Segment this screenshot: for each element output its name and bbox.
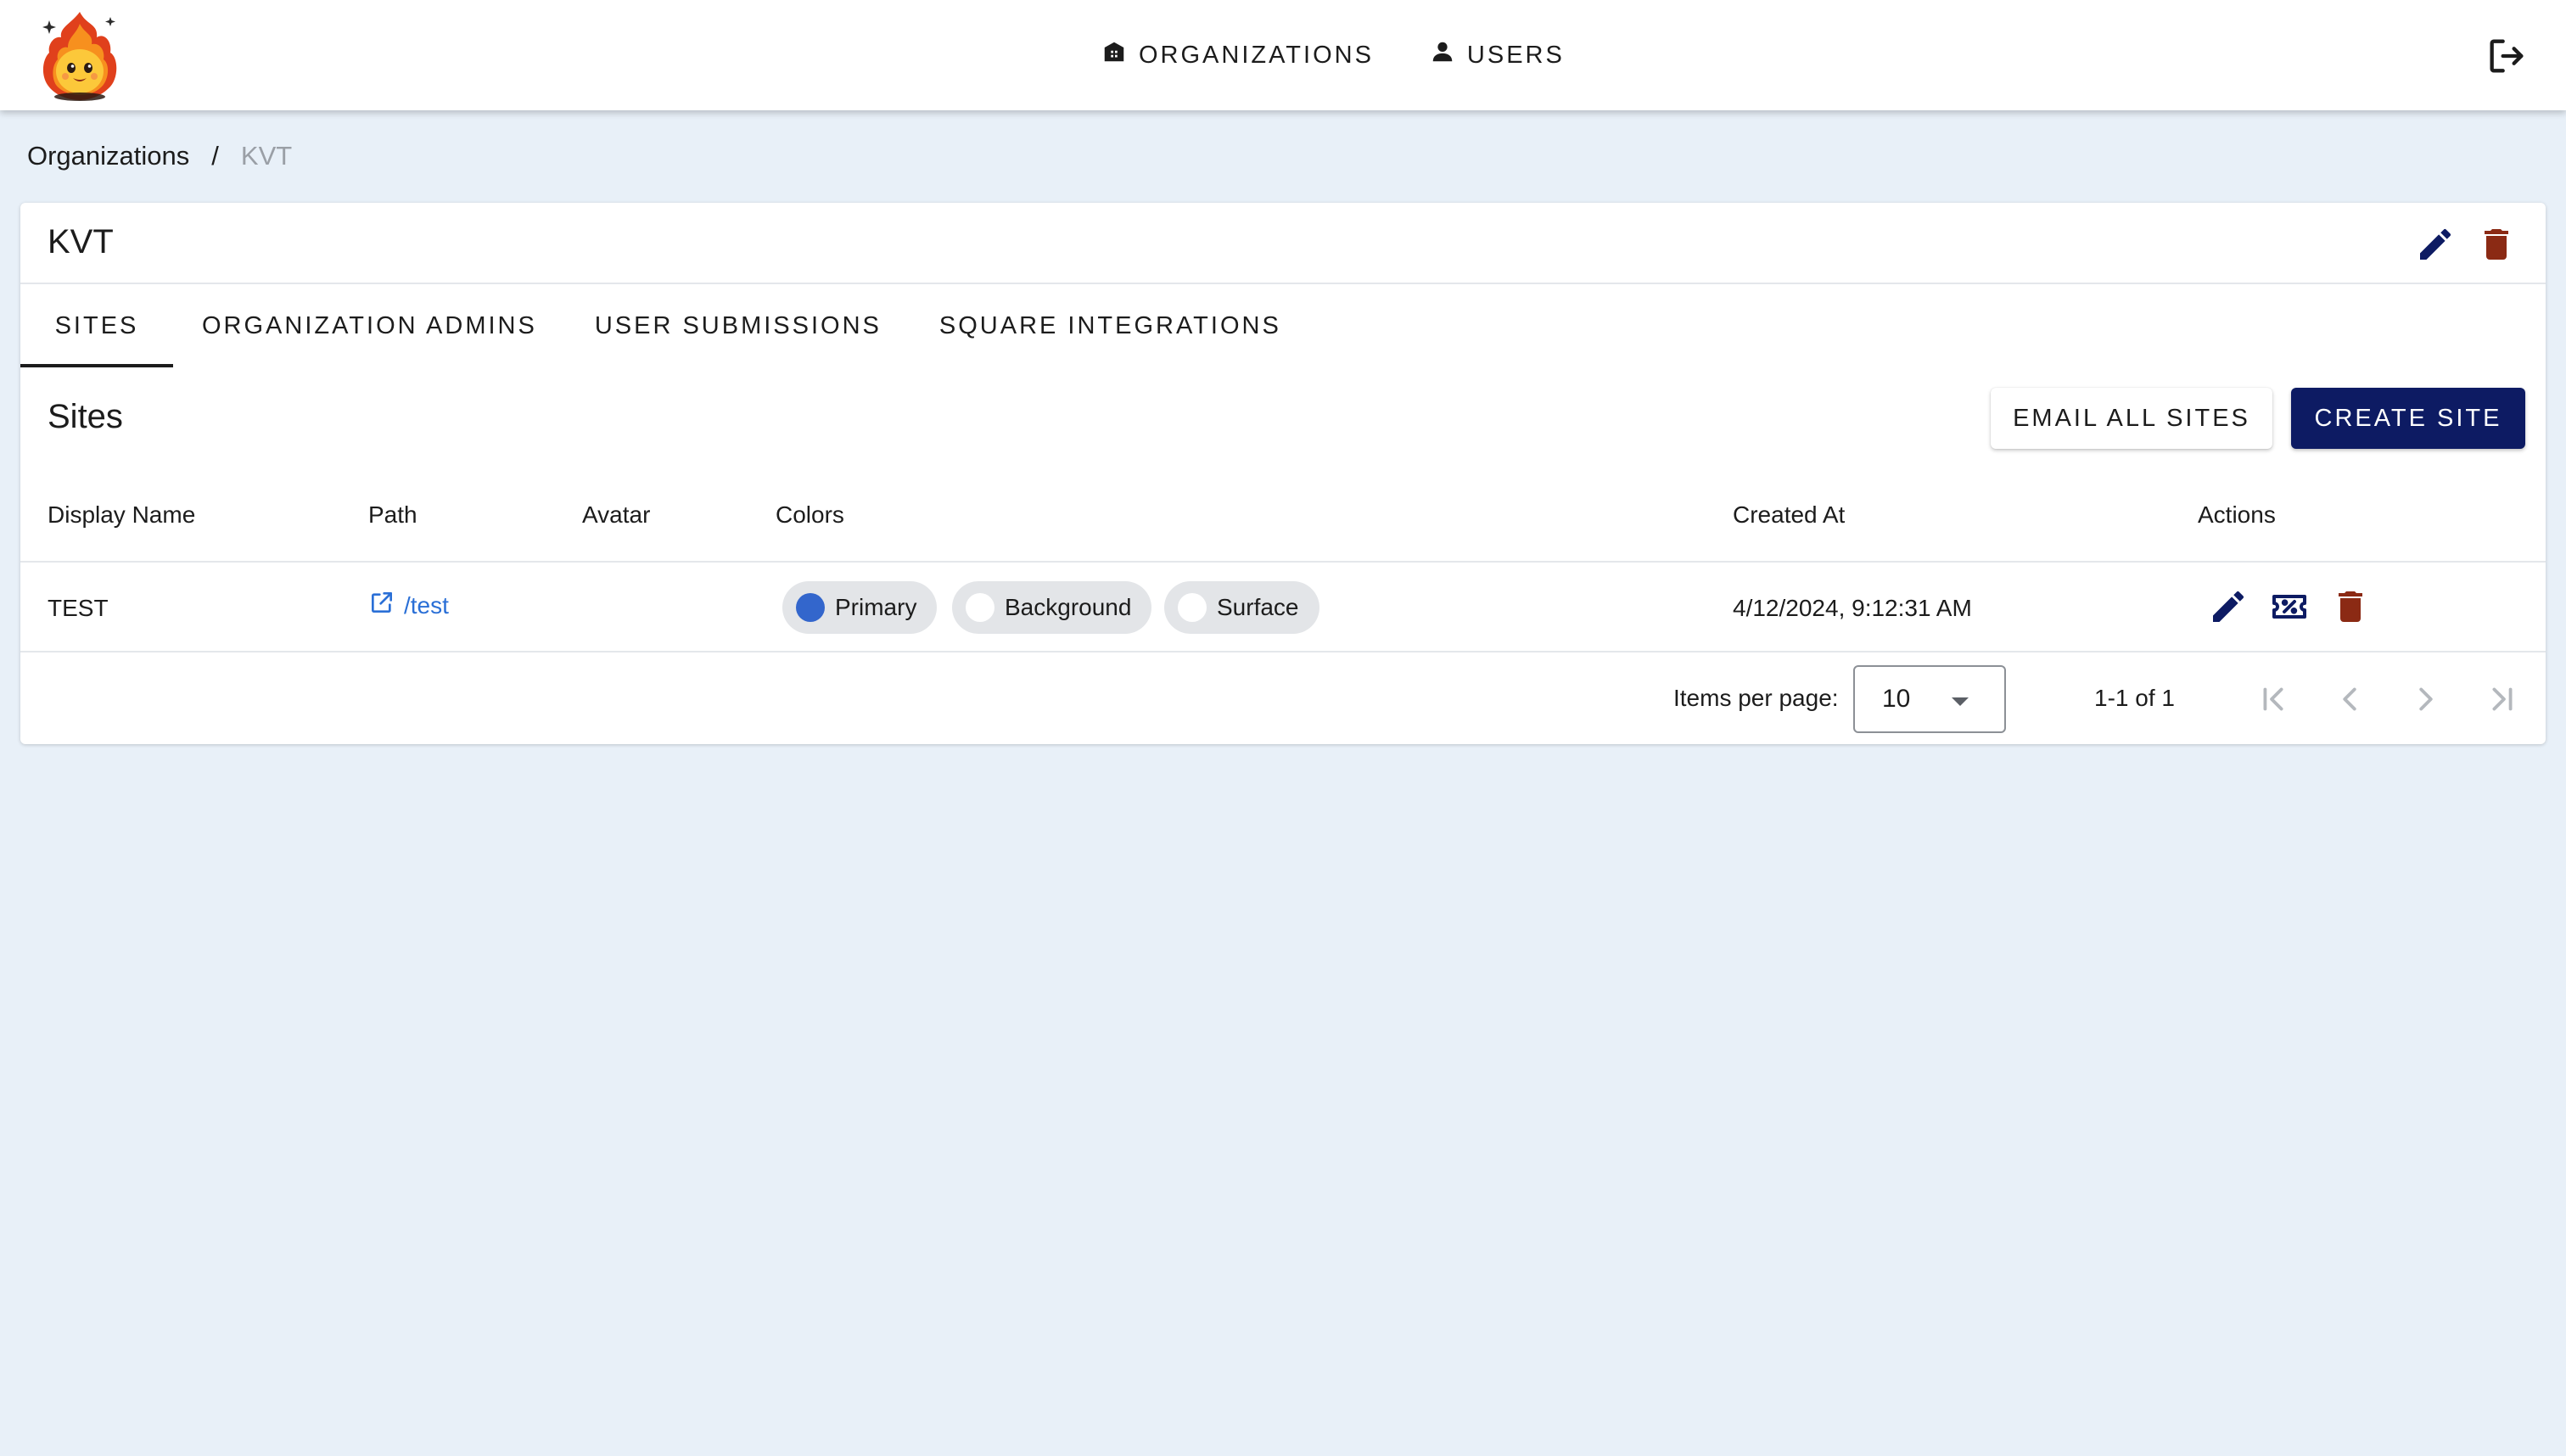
create-site-button[interactable]: CREATE SITE	[2291, 388, 2525, 449]
last-page-button[interactable]	[2483, 680, 2522, 719]
color-chip-primary: Primary	[782, 581, 938, 634]
site-display-name: TEST	[48, 595, 109, 621]
color-chip-label: Primary	[835, 594, 917, 620]
delete-site-button[interactable]	[2330, 586, 2371, 627]
items-per-page-value: 10	[1882, 685, 1911, 713]
organization-card: KVT SITES ORGANIZATION ADMINS USER SUBMI…	[20, 203, 2546, 744]
tab-sites[interactable]: SITES	[20, 284, 173, 367]
sites-heading: Sites	[48, 398, 123, 435]
column-header-avatar[interactable]: Avatar	[582, 501, 650, 529]
nav-users-button[interactable]: USERS	[1415, 21, 1580, 89]
delete-organization-button[interactable]	[2476, 224, 2517, 265]
tab-organization-admins[interactable]: ORGANIZATION ADMINS	[173, 284, 566, 367]
organization-title: KVT	[48, 223, 114, 260]
site-coupons-button[interactable]	[2269, 586, 2310, 627]
site-path-text: /test	[404, 591, 449, 619]
edit-organization-button[interactable]	[2415, 224, 2456, 265]
breadcrumb-current: KVT	[240, 141, 293, 171]
tab-bar: SITES ORGANIZATION ADMINS USER SUBMISSIO…	[20, 284, 1310, 367]
trash-icon	[2330, 591, 2371, 630]
column-header-actions: Actions	[2198, 501, 2276, 528]
site-path-link[interactable]: /test	[368, 589, 449, 622]
tab-user-submissions[interactable]: USER SUBMISSIONS	[566, 284, 910, 367]
items-per-page-label: Items per page:	[1673, 685, 1839, 711]
card-header: KVT	[20, 203, 2546, 284]
edit-site-button[interactable]	[2208, 586, 2249, 627]
discount-ticket-icon	[2269, 595, 2310, 630]
column-header-colors[interactable]: Colors	[776, 501, 844, 529]
items-per-page-select[interactable]: 10	[1853, 665, 2006, 733]
nav-organizations-label: ORGANIZATIONS	[1139, 41, 1374, 69]
color-chip-surface: Surface	[1164, 581, 1319, 634]
color-chip-background: Background	[952, 581, 1152, 634]
breadcrumb-organizations-link[interactable]: Organizations	[27, 141, 189, 171]
open-in-new-icon	[368, 589, 395, 622]
site-created-at: 4/12/2024, 9:12:31 AM	[1733, 595, 1972, 621]
tab-square-integrations[interactable]: SQUARE INTEGRATIONS	[910, 284, 1310, 367]
column-header-created-at[interactable]: Created At	[1733, 501, 1845, 529]
fire-mascot-logo[interactable]	[37, 8, 122, 102]
person-icon	[1430, 39, 1455, 71]
organization-icon	[1101, 39, 1127, 71]
color-swatch-surface	[1178, 593, 1207, 622]
color-chip-label: Surface	[1217, 594, 1299, 620]
logout-button[interactable]	[2485, 34, 2529, 78]
first-page-button[interactable]	[2254, 680, 2293, 719]
color-chip-label: Background	[1005, 594, 1132, 620]
column-header-display-name[interactable]: Display Name	[48, 501, 195, 529]
nav-organizations-button[interactable]: ORGANIZATIONS	[1086, 21, 1389, 89]
last-page-icon	[2483, 687, 2522, 722]
logout-icon	[2485, 39, 2529, 81]
chevron-left-icon	[2330, 687, 2369, 722]
breadcrumb: Organizations / KVT	[27, 141, 292, 171]
pencil-icon	[2208, 591, 2249, 630]
app-bar: ORGANIZATIONS USERS	[0, 0, 2566, 110]
color-swatch-primary	[796, 593, 825, 622]
dropdown-arrow-icon	[1952, 697, 1969, 706]
main-nav: ORGANIZATIONS USERS	[1086, 0, 1580, 110]
header-divider	[20, 561, 2546, 563]
breadcrumb-separator: /	[211, 141, 219, 171]
color-swatch-background	[966, 593, 994, 622]
pagination-range: 1-1 of 1	[2094, 685, 2175, 711]
email-all-sites-button[interactable]: EMAIL ALL SITES	[1991, 388, 2272, 449]
previous-page-button[interactable]	[2330, 680, 2369, 719]
first-page-icon	[2254, 687, 2293, 722]
chevron-right-icon	[2406, 687, 2446, 722]
nav-users-label: USERS	[1466, 41, 1565, 69]
row-divider	[20, 651, 2546, 652]
next-page-button[interactable]	[2406, 680, 2446, 719]
column-header-path[interactable]: Path	[368, 501, 417, 529]
pencil-icon	[2415, 228, 2456, 268]
trash-icon	[2476, 229, 2517, 268]
